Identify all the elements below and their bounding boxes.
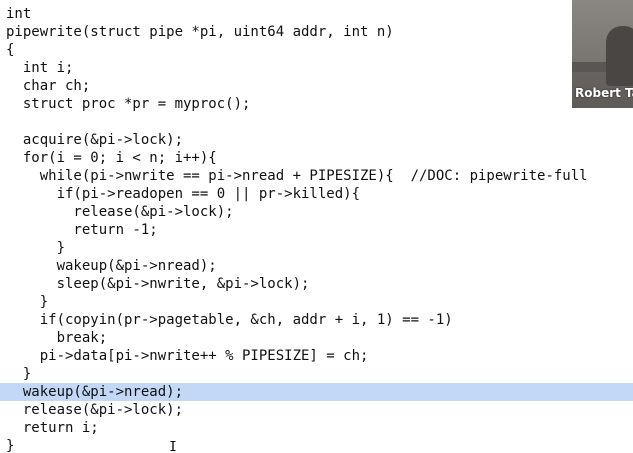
code-line-highlighted[interactable]: wakeup(&pi->nread); xyxy=(6,383,183,401)
code-line[interactable]: if(copyin(pr->pagetable, &ch, addr + i, … xyxy=(6,311,453,329)
code-line[interactable]: release(&pi->lock); xyxy=(6,203,233,221)
code-line[interactable]: if(pi->readopen == 0 || pr->killed){ xyxy=(6,185,360,203)
code-line[interactable]: int i; xyxy=(6,59,74,77)
code-line[interactable]: pi->data[pi->nwrite++ % PIPESIZE] = ch; xyxy=(6,347,369,365)
code-line[interactable]: { xyxy=(6,41,14,59)
code-line[interactable]: } xyxy=(6,293,48,311)
code-line[interactable]: release(&pi->lock); xyxy=(6,401,183,419)
code-line[interactable]: acquire(&pi->lock); xyxy=(6,131,183,149)
code-line[interactable]: break; xyxy=(6,329,108,347)
code-line[interactable]: for(i = 0; i < n; i++){ xyxy=(6,149,217,167)
code-line[interactable]: while(pi->nwrite == pi->nread + PIPESIZE… xyxy=(6,167,588,185)
code-line[interactable]: sleep(&pi->nwrite, &pi->lock); xyxy=(6,275,310,293)
code-line[interactable]: struct proc *pr = myproc(); xyxy=(6,95,251,113)
code-line[interactable]: } xyxy=(6,437,14,453)
participant-video-thumbnail[interactable]: Robert Ta xyxy=(572,0,633,108)
code-line[interactable]: char ch; xyxy=(6,77,90,95)
participant-figure xyxy=(606,26,633,86)
code-editor[interactable]: int pipewrite(struct pipe *pi, uint64 ad… xyxy=(0,0,633,453)
code-line[interactable]: pipewrite(struct pipe *pi, uint64 addr, … xyxy=(6,23,394,41)
code-line[interactable]: return -1; xyxy=(6,221,157,239)
code-line[interactable]: int xyxy=(6,5,31,23)
code-line[interactable]: wakeup(&pi->nread); xyxy=(6,257,217,275)
code-line[interactable]: } xyxy=(6,239,65,257)
code-line[interactable]: } xyxy=(6,365,31,383)
code-line[interactable]: return i; xyxy=(6,419,99,437)
screen: int pipewrite(struct pipe *pi, uint64 ad… xyxy=(0,0,633,453)
participant-name-label: Robert Ta xyxy=(575,86,633,100)
text-cursor-icon xyxy=(170,441,176,451)
